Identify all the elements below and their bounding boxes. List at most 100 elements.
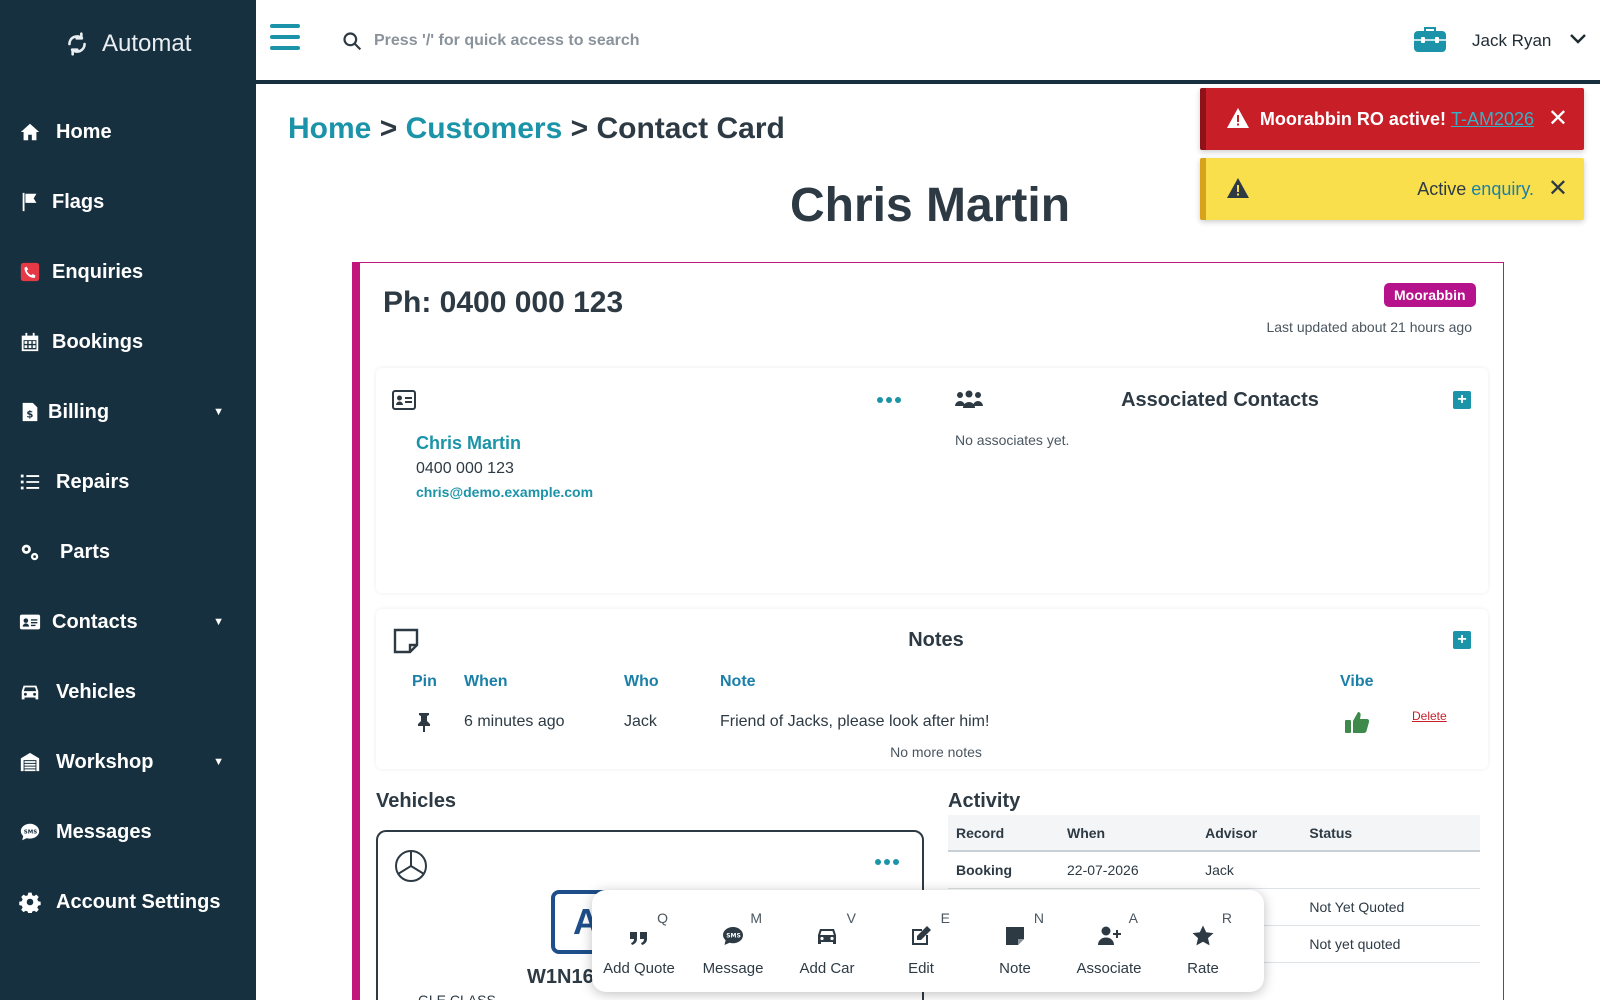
- warning-icon: [1227, 178, 1249, 198]
- close-icon[interactable]: ✕: [1548, 107, 1568, 131]
- add-car-button[interactable]: V Add Car: [780, 890, 874, 992]
- sidebar-item-enquiries[interactable]: Enquiries: [0, 248, 256, 296]
- activity-status: Not Yet Quoted: [1301, 888, 1480, 926]
- breadcrumb-customers-link[interactable]: Customers: [406, 112, 563, 145]
- sidebar-item-home[interactable]: Home: [0, 108, 256, 156]
- repair-order-link[interactable]: T-AM2026: [1451, 109, 1534, 129]
- sidebar: Automat Home Flags Enquiries Bookings $ …: [0, 0, 256, 1000]
- calendar-icon: [18, 330, 42, 354]
- thumbs-up-icon[interactable]: [1344, 710, 1370, 734]
- contact-more-options-icon[interactable]: [877, 397, 901, 403]
- gear-icon: [18, 890, 42, 914]
- breadcrumb-home-link[interactable]: Home: [288, 112, 371, 145]
- sidebar-item-vehicles[interactable]: Vehicles: [0, 668, 256, 716]
- sidebar-item-account-settings[interactable]: Account Settings: [0, 878, 256, 926]
- rate-button[interactable]: R Rate: [1156, 890, 1250, 992]
- brand[interactable]: Automat: [64, 30, 191, 58]
- sticky-note-icon: [393, 628, 419, 654]
- sidebar-item-billing[interactable]: $ Billing ▼: [0, 388, 256, 436]
- add-quote-button[interactable]: Q Add Quote: [592, 890, 686, 992]
- no-associates-text: No associates yet.: [955, 432, 1070, 448]
- breadcrumb-separator: >: [562, 112, 597, 145]
- add-car-label: Add Car: [799, 960, 855, 977]
- note-text: Friend of Jacks, please look after him!: [720, 713, 990, 730]
- vehicle-vin: W1N16: [527, 966, 594, 988]
- shortcut-key: A: [1128, 910, 1138, 926]
- notes-header-vibe: Vibe: [1340, 673, 1374, 690]
- notes-header-pin: Pin: [412, 673, 437, 690]
- vehicle-model: GLE CLASS: [418, 992, 496, 1000]
- enquiry-link[interactable]: enquiry.: [1471, 179, 1534, 199]
- toolbox-icon[interactable]: [1413, 24, 1447, 54]
- sidebar-item-messages[interactable]: SMS Messages: [0, 808, 256, 856]
- phone-icon: [18, 260, 42, 284]
- garage-icon: [18, 750, 42, 774]
- vehicles-title: Vehicles: [376, 790, 457, 812]
- svg-text:$: $: [26, 410, 33, 421]
- sidebar-item-parts[interactable]: Parts: [0, 528, 256, 576]
- shortcut-key: Q: [657, 910, 668, 926]
- chevron-down-icon[interactable]: [1569, 32, 1587, 46]
- contact-name-link[interactable]: Chris Martin: [416, 433, 521, 454]
- message-label: Message: [702, 960, 764, 977]
- message-button[interactable]: M SMS Message: [686, 890, 780, 992]
- pin-icon[interactable]: [416, 712, 432, 732]
- user-name[interactable]: Jack Ryan: [1472, 31, 1551, 51]
- sidebar-item-label: Account Settings: [56, 890, 221, 913]
- car-icon: [18, 680, 42, 704]
- shortcut-key: M: [750, 910, 762, 926]
- sticky-note-icon: [1006, 927, 1024, 945]
- delete-note-link[interactable]: Delete: [1412, 709, 1447, 723]
- menu-toggle-button[interactable]: [270, 24, 300, 52]
- star-icon: [1192, 925, 1214, 946]
- activity-advisor: Jack: [1197, 851, 1302, 889]
- address-card-icon: [18, 610, 42, 634]
- activity-header-record: Record: [948, 815, 1059, 852]
- contact-email-link[interactable]: chris@demo.example.com: [416, 484, 593, 500]
- sidebar-item-flags[interactable]: Flags: [0, 178, 256, 226]
- quick-actions-bar: Q Add Quote M SMS Message V Add Car E Ed…: [592, 890, 1264, 992]
- add-associate-button[interactable]: +: [1453, 391, 1471, 409]
- location-badge: Moorabbin: [1384, 283, 1476, 307]
- edit-button[interactable]: E Edit: [874, 890, 968, 992]
- breadcrumb: Home > Customers > Contact Card: [288, 112, 785, 146]
- activity-header-advisor: Advisor: [1197, 815, 1302, 852]
- chevron-down-icon: ▼: [213, 616, 224, 628]
- table-row[interactable]: Booking 22-07-2026 Jack: [948, 851, 1480, 889]
- flag-icon: [18, 190, 42, 214]
- sidebar-item-contacts[interactable]: Contacts ▼: [0, 598, 256, 646]
- associate-button[interactable]: A Associate: [1062, 890, 1156, 992]
- close-icon[interactable]: ✕: [1548, 177, 1568, 201]
- shortcut-key: N: [1033, 910, 1044, 926]
- sidebar-item-label: Repairs: [56, 470, 130, 493]
- associated-contacts-title: Associated Contacts: [1121, 389, 1319, 411]
- vehicle-more-options-icon[interactable]: [875, 859, 899, 865]
- sidebar-item-label: Vehicles: [56, 680, 137, 703]
- last-updated: Last updated about 21 hours ago: [1266, 319, 1472, 335]
- activity-header-row: Record When Advisor Status: [948, 815, 1480, 852]
- sidebar-item-bookings[interactable]: Bookings: [0, 318, 256, 366]
- sync-logo-icon: [68, 32, 86, 56]
- sidebar-item-repairs[interactable]: Repairs: [0, 458, 256, 506]
- activity-when: 22-07-2026: [1059, 851, 1198, 889]
- alert-text: Active: [1417, 178, 1472, 199]
- gears-icon: [18, 540, 42, 564]
- notes-header-who: Who: [624, 673, 659, 690]
- add-note-button[interactable]: +: [1453, 631, 1471, 649]
- alert-message: Active enquiry.: [1417, 179, 1534, 200]
- activity-header-when: When: [1059, 815, 1198, 852]
- alert-message: Moorabbin RO active! T-AM2026: [1260, 109, 1534, 130]
- list-icon: [18, 470, 42, 494]
- search-input[interactable]: [374, 24, 974, 58]
- activity-status: [1301, 851, 1480, 889]
- breadcrumb-separator: >: [371, 112, 406, 145]
- note-button[interactable]: N Note: [968, 890, 1062, 992]
- sidebar-item-workshop[interactable]: Workshop ▼: [0, 738, 256, 786]
- shortcut-key: R: [1221, 910, 1232, 926]
- sidebar-item-label: Contacts: [52, 610, 138, 633]
- sidebar-item-label: Billing: [48, 400, 110, 423]
- home-icon: [18, 120, 42, 144]
- id-card-icon: [392, 390, 416, 410]
- sidebar-item-label: Home: [56, 120, 112, 143]
- contact-phone: 0400 000 123: [416, 460, 514, 477]
